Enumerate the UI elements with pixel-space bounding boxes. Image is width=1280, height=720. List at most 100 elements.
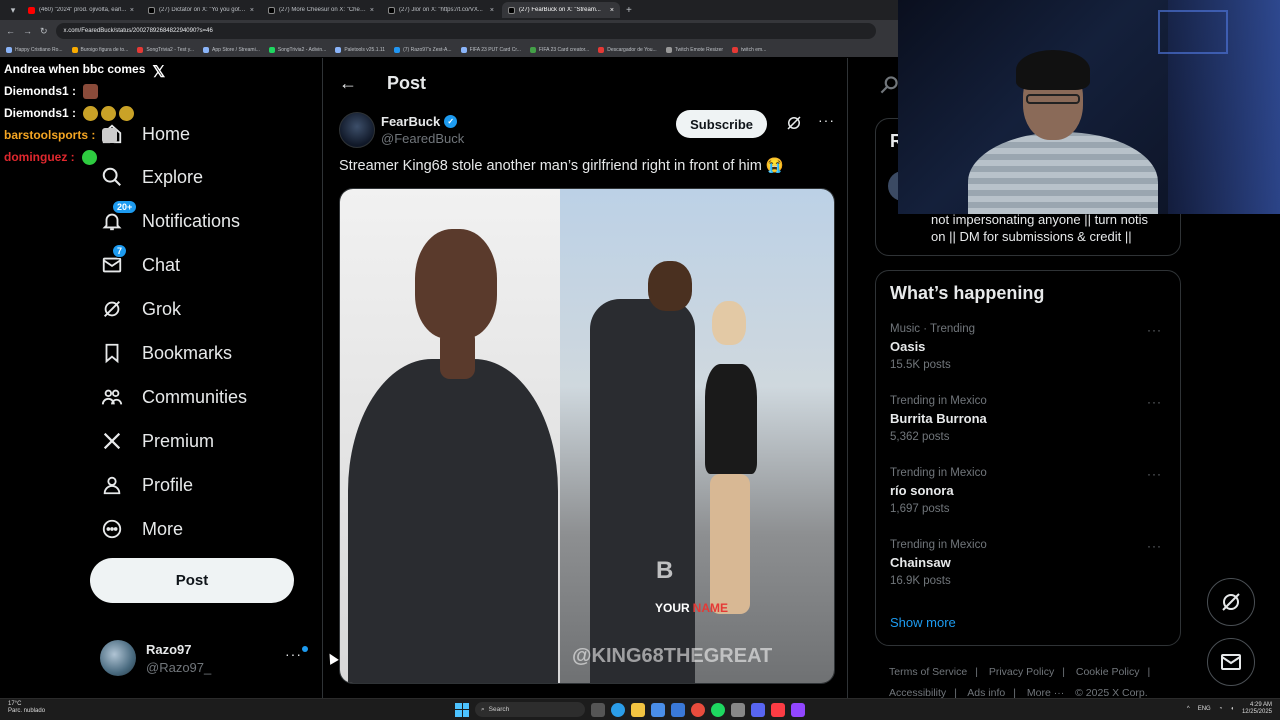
mail-icon[interactable] xyxy=(671,702,685,717)
sidebar-item-premium[interactable]: Premium xyxy=(100,421,214,461)
post-header: ← Post xyxy=(323,58,847,108)
sidebar-item-bookmarks[interactable]: Bookmarks xyxy=(100,333,232,373)
trend-item[interactable]: Trending in Mexico Burrita Burrona 5,362… xyxy=(890,395,1170,455)
author-avatar[interactable] xyxy=(339,112,375,148)
sidebar-item-profile[interactable]: Profile xyxy=(100,465,193,505)
reload-icon[interactable]: ↻ xyxy=(40,26,48,37)
footer-link[interactable]: Privacy Policy xyxy=(989,666,1054,678)
more-icon[interactable]: ··· xyxy=(1147,467,1162,481)
weather-widget[interactable]: 17°C Parc. nublado xyxy=(8,701,45,715)
chevron-up-icon[interactable]: ^ xyxy=(1187,706,1190,712)
clock[interactable]: 4:29 AM 12/25/2025 xyxy=(1242,702,1272,716)
green-emote xyxy=(81,149,97,165)
browser-tab-bar: ▾ (460) "2024" prod. ojivolta, earl... × … xyxy=(0,0,900,20)
bookmark[interactable]: Paletools v25.1.11 xyxy=(335,46,385,53)
envelope-icon: 7 xyxy=(100,244,128,277)
browser-tab[interactable]: (27) Jlor on X: "https://t.co/VX... × xyxy=(382,2,500,18)
account-switcher[interactable]: Razo97 @Razo97_ ··· xyxy=(100,638,312,678)
post-button[interactable]: Post xyxy=(90,558,294,603)
footer-link[interactable]: Cookie Policy xyxy=(1076,666,1140,678)
language-indicator[interactable]: ENG xyxy=(1198,706,1211,712)
settings-icon[interactable] xyxy=(731,702,745,717)
close-icon[interactable]: × xyxy=(490,7,494,14)
sidebar-item-chat[interactable]: 7 Chat xyxy=(100,244,180,285)
sidebar-item-label: Communities xyxy=(142,386,248,407)
close-icon[interactable]: × xyxy=(130,7,134,14)
task-view-icon[interactable] xyxy=(591,702,605,717)
edge-icon[interactable] xyxy=(611,702,625,717)
browser-tab-active[interactable]: (27) FearBuck on X: "Stream... × xyxy=(502,2,620,18)
tweet-header: FearBuck ✓ @FearedBuck Subscribe ··· xyxy=(339,110,835,150)
x-logo-icon xyxy=(508,6,515,14)
more-icon[interactable]: ··· xyxy=(285,646,302,662)
author-name[interactable]: FearBuck xyxy=(381,114,440,129)
store-icon[interactable] xyxy=(651,702,665,717)
windows-start-icon[interactable] xyxy=(455,702,469,717)
grok-fab-button[interactable] xyxy=(1207,578,1255,626)
more-icon[interactable]: ··· xyxy=(1147,539,1162,553)
more-icon[interactable]: ··· xyxy=(1147,395,1162,409)
taskbar-search[interactable]: ⌕ Search xyxy=(475,702,585,717)
trend-item[interactable]: Music · Trending Oasis 15.5K posts ··· xyxy=(890,323,1170,383)
twitch-icon[interactable] xyxy=(791,702,805,717)
bookmark[interactable]: Twitch Emote Resizer xyxy=(665,46,723,53)
bookmark[interactable]: FIFA 23 PUT Card Cr... xyxy=(460,46,521,53)
browser-tab[interactable]: (460) "2024" prod. ojivolta, earl... × xyxy=(22,2,140,18)
media-logo: B xyxy=(656,557,674,584)
discord-icon[interactable] xyxy=(751,702,765,717)
x-logo-emote: 𝕏 xyxy=(152,63,166,81)
subscribe-button[interactable]: Subscribe xyxy=(676,110,767,138)
footer-link[interactable]: Terms of Service xyxy=(889,666,967,678)
chrome-icon[interactable] xyxy=(691,702,705,717)
bookmark[interactable]: twitch em... xyxy=(732,46,766,53)
back-arrow-icon[interactable]: ← xyxy=(339,73,369,94)
bookmark[interactable]: SongTrivia2 - Adivin... xyxy=(268,46,326,53)
avatar xyxy=(100,640,136,676)
trend-item[interactable]: Trending in Mexico Chainsaw 16.9K posts … xyxy=(890,539,1170,599)
new-tab-button[interactable]: + xyxy=(626,5,632,16)
music-icon[interactable] xyxy=(771,702,785,717)
bookmark[interactable]: FIFA 23 Card creator... xyxy=(529,46,589,53)
sidebar-item-label: More xyxy=(142,518,184,539)
tweet-text: Streamer King68 stole another man’s girl… xyxy=(339,158,784,174)
trend-item[interactable]: Trending in Mexico río sonora 1,697 post… xyxy=(890,467,1170,527)
forward-arrow-icon[interactable]: → xyxy=(23,26,32,36)
tweet-media-video[interactable]: B YOUR NAME @KING68THEGREAT xyxy=(339,188,835,684)
bookmark-label: Descargador de You... xyxy=(607,46,657,53)
browser-tab[interactable]: (27) More Cheesur on X: "Chee... × xyxy=(262,2,380,18)
bookmark[interactable]: Happy Cristiano Ro... xyxy=(6,46,63,53)
trend-count: 5,362 posts xyxy=(890,431,950,443)
bookmark[interactable]: (7) Razo97's Zest-A... xyxy=(394,46,452,53)
x-logo-icon xyxy=(268,6,275,14)
more-icon[interactable]: ··· xyxy=(1147,323,1162,337)
browser-tab[interactable]: (27) Dictator on X: "Yo you gotta... × xyxy=(142,2,260,18)
close-icon[interactable]: × xyxy=(370,7,374,14)
stream-chat-overlay: Andrea when bbc comes 𝕏 Diemonds1 : Diemo… xyxy=(0,58,170,168)
bookmark[interactable]: App Store / Streami... xyxy=(203,46,260,53)
media-caption: YOUR NAME xyxy=(655,601,728,615)
wifi-icon[interactable]: ◔ xyxy=(1219,706,1223,712)
sidebar-item-communities[interactable]: Communities xyxy=(100,377,247,417)
youtube-icon xyxy=(28,6,35,14)
file-explorer-icon[interactable] xyxy=(631,702,645,717)
bookmark[interactable]: Descargador de You... xyxy=(598,46,657,53)
author-handle[interactable]: @FearedBuck xyxy=(381,131,464,146)
grok-icon[interactable] xyxy=(785,114,803,137)
sidebar-item-grok[interactable]: Grok xyxy=(100,289,181,329)
trend-title: río sonora xyxy=(890,483,954,498)
messages-fab-button[interactable] xyxy=(1207,638,1255,686)
close-icon[interactable]: × xyxy=(250,7,254,14)
more-icon[interactable]: ··· xyxy=(818,112,835,128)
url-field[interactable]: x.com/FearedBuck/status/2002789268482294… xyxy=(55,23,876,39)
back-arrow-icon[interactable]: ← xyxy=(6,26,15,36)
bookmark[interactable]: Buroigo figura de to... xyxy=(71,46,128,53)
volume-icon[interactable]: ◖ xyxy=(1230,706,1234,712)
spotify-icon[interactable] xyxy=(711,702,725,717)
tab-search-icon[interactable]: ▾ xyxy=(6,5,20,16)
sidebar-item-notifications[interactable]: 20+ Notifications xyxy=(100,200,240,241)
tab-title: (27) More Cheesur on X: "Chee... xyxy=(279,7,367,13)
bookmark[interactable]: SongTrivia2 - Test y... xyxy=(137,46,194,53)
close-icon[interactable]: × xyxy=(610,7,614,14)
show-more-link[interactable]: Show more xyxy=(890,615,956,630)
sidebar-item-more[interactable]: More xyxy=(100,509,183,549)
